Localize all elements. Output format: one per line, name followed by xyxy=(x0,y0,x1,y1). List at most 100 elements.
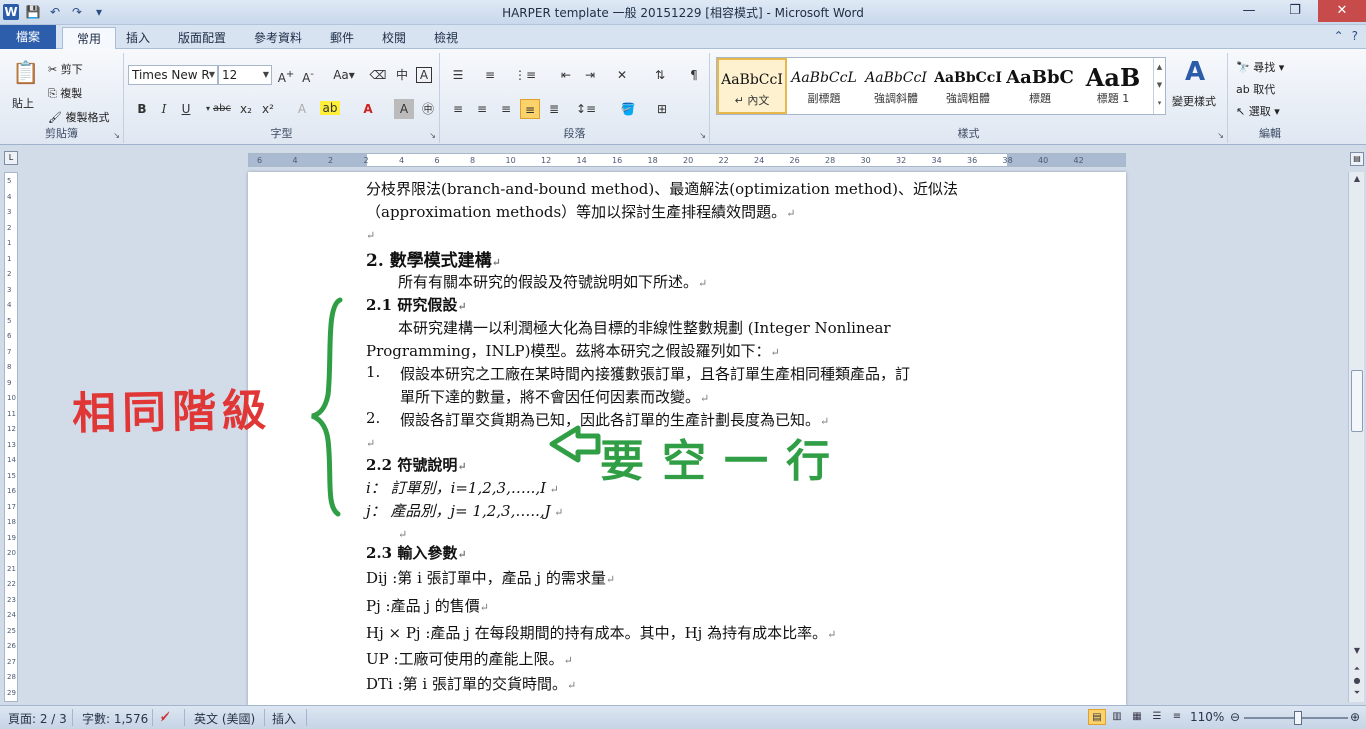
editing-group: 🔭 尋找 ▾ ab 取代 ↖ 選取 ▾ 編輯 xyxy=(1228,53,1312,143)
language-indicator[interactable]: 英文 (美國) xyxy=(194,710,255,727)
decrease-indent-icon[interactable]: ⇤ xyxy=(556,65,576,85)
shrink-font-icon[interactable]: A- xyxy=(298,65,318,85)
change-styles-button[interactable]: 變更樣式 xyxy=(1172,93,1216,109)
insert-mode[interactable]: 插入 xyxy=(272,710,296,727)
tab-insert[interactable]: 插入 xyxy=(112,27,164,49)
asian-layout-icon[interactable]: ✕ xyxy=(612,65,632,85)
grow-font-icon[interactable]: A+ xyxy=(276,65,296,85)
select-button[interactable]: ↖ 選取 ▾ xyxy=(1236,103,1280,119)
multilevel-list-icon[interactable]: ⋮≡ xyxy=(514,65,536,85)
underline-icon[interactable]: U xyxy=(176,99,196,119)
character-border-icon[interactable]: A xyxy=(416,67,432,83)
maximize-button[interactable]: ❐ xyxy=(1272,0,1318,22)
paste-button[interactable]: 貼上 xyxy=(12,95,34,111)
draft-icon[interactable]: ≡ xyxy=(1168,709,1186,725)
close-button[interactable]: ✕ xyxy=(1318,0,1366,22)
scroll-thumb[interactable] xyxy=(1351,370,1363,432)
increase-indent-icon[interactable]: ⇥ xyxy=(580,65,600,85)
dialog-launcher-icon[interactable]: ↘ xyxy=(429,131,436,140)
clear-format-icon[interactable]: ⌫ xyxy=(368,65,388,85)
tab-review[interactable]: 校閱 xyxy=(368,27,420,49)
format-painter-button[interactable]: 🖌 複製格式 xyxy=(48,109,109,125)
superscript-icon[interactable]: x² xyxy=(258,99,278,119)
tab-view[interactable]: 檢視 xyxy=(420,27,472,49)
style-emphasis[interactable]: AaBbCcI 強調斜體 xyxy=(861,58,931,114)
zoom-in-icon[interactable]: ⊕ xyxy=(1350,710,1360,724)
minimize-button[interactable]: — xyxy=(1226,0,1272,22)
ruler-tick: 22 xyxy=(7,580,16,588)
align-center-icon[interactable]: ≡ xyxy=(472,99,492,119)
font-color-icon[interactable]: A xyxy=(358,99,378,119)
word-count[interactable]: 字數: 1,576 xyxy=(82,710,148,727)
vertical-ruler[interactable]: 5 4 3 2 1 1 2 3 4 5 6 7 8 9 10 11 12 13 14 15 16 17 18 19 20 21 22… xyxy=(4,172,18,702)
highlight-icon[interactable]: ab xyxy=(320,101,340,115)
help-icon[interactable]: ? xyxy=(1352,29,1358,43)
cursor-icon: ↖ xyxy=(1236,105,1249,118)
tab-page-layout[interactable]: 版面配置 xyxy=(164,27,240,49)
ruler-tick: 19 xyxy=(7,533,16,542)
page-count[interactable]: 頁面: 2 / 3 xyxy=(8,710,67,727)
bold-icon[interactable]: B xyxy=(132,99,152,119)
zoom-level[interactable]: 110% xyxy=(1190,710,1224,724)
style-normal[interactable]: AaBbCcI ↵ 內文 xyxy=(717,58,787,114)
scroll-up-icon[interactable]: ▲ xyxy=(1349,174,1365,183)
italic-icon[interactable]: I xyxy=(154,99,174,119)
browse-object-icon[interactable]: ● xyxy=(1349,676,1365,685)
borders-icon[interactable]: ⊞ xyxy=(652,99,672,119)
style-subtitle[interactable]: AaBbCcL 副標題 xyxy=(789,58,859,114)
print-layout-icon[interactable]: ▤ xyxy=(1088,709,1106,725)
bullets-icon[interactable]: ☰ xyxy=(448,65,468,85)
change-case-icon[interactable]: Aa▾ xyxy=(330,65,358,85)
style-heading-1[interactable]: AaB 標題 1 xyxy=(1077,58,1149,114)
replace-button[interactable]: ab 取代 xyxy=(1236,81,1275,97)
ruler-tick: 29 xyxy=(7,688,16,697)
change-styles-icon[interactable]: A xyxy=(1178,55,1212,89)
character-shading-icon[interactable]: A xyxy=(394,99,414,119)
find-button[interactable]: 🔭 尋找 ▾ xyxy=(1236,59,1284,75)
scroll-down-icon[interactable]: ▼ xyxy=(1349,646,1365,655)
numbering-icon[interactable]: ≡ xyxy=(480,65,500,85)
dialog-launcher-icon[interactable]: ↘ xyxy=(699,131,706,140)
vertical-scrollbar[interactable]: ▲ ▼ ⏶ ● ⏷ xyxy=(1348,172,1364,702)
phonetic-guide-icon[interactable]: 中 xyxy=(392,65,412,85)
zoom-out-icon[interactable]: ⊖ xyxy=(1230,710,1240,724)
justify-icon[interactable]: ≡ xyxy=(520,99,540,119)
horizontal-ruler[interactable]: 6 4 2 2 4 6 8 10 12 14 16 18 20 22 24 26 28 30 32 34 36 38 40 4… xyxy=(248,153,1126,167)
tab-selector-icon[interactable]: L xyxy=(4,151,18,165)
paste-icon[interactable]: 📋 xyxy=(12,59,40,89)
proofing-icon[interactable]: ✔̸ xyxy=(160,710,170,724)
next-page-icon[interactable]: ⏷ xyxy=(1349,688,1365,698)
style-strong[interactable]: AaBbCcI 強調粗體 xyxy=(933,58,1003,114)
tab-references[interactable]: 參考資料 xyxy=(240,27,316,49)
outline-icon[interactable]: ☰ xyxy=(1148,709,1166,725)
zoom-slider-knob[interactable] xyxy=(1294,711,1302,725)
full-screen-reading-icon[interactable]: ▥ xyxy=(1108,709,1126,725)
tab-home[interactable]: 常用 xyxy=(62,27,117,49)
font-name-box[interactable]: Times New R ▼ xyxy=(128,65,218,85)
gallery-scrollbar[interactable]: ▲ ▼ ▾ xyxy=(1153,58,1165,114)
zoom-slider[interactable] xyxy=(1244,711,1348,725)
font-size-box[interactable]: 12 ▼ xyxy=(218,65,272,85)
style-title[interactable]: AaBbC 標題 xyxy=(1005,58,1075,114)
enclose-characters-icon[interactable]: ㊥ xyxy=(418,99,438,119)
tab-mailings[interactable]: 郵件 xyxy=(316,27,368,49)
tab-file[interactable]: 檔案 xyxy=(0,25,57,49)
collapse-ribbon-icon[interactable]: ⌃ xyxy=(1334,29,1344,43)
align-left-icon[interactable]: ≡ xyxy=(448,99,468,119)
sort-icon[interactable]: ⇅ xyxy=(650,65,670,85)
dialog-launcher-icon[interactable]: ↘ xyxy=(113,131,120,140)
show-marks-icon[interactable]: ¶ xyxy=(684,65,704,85)
text-effects-icon[interactable]: A xyxy=(292,99,312,119)
copy-button[interactable]: ⎘ 複製 xyxy=(48,85,82,101)
previous-page-icon[interactable]: ⏶ xyxy=(1349,664,1365,674)
view-ruler-icon[interactable]: ▤ xyxy=(1350,152,1364,166)
cut-button[interactable]: ✂ 剪下 xyxy=(48,61,83,77)
line-spacing-icon[interactable]: ↕≡ xyxy=(576,99,596,119)
align-right-icon[interactable]: ≡ xyxy=(496,99,516,119)
subscript-icon[interactable]: x₂ xyxy=(236,99,256,119)
shading-icon[interactable]: 🪣 xyxy=(618,99,638,119)
distributed-icon[interactable]: ≣ xyxy=(544,99,564,119)
web-layout-icon[interactable]: ▦ xyxy=(1128,709,1146,725)
dialog-launcher-icon[interactable]: ↘ xyxy=(1217,131,1224,140)
strikethrough-icon[interactable]: abc xyxy=(212,99,232,119)
